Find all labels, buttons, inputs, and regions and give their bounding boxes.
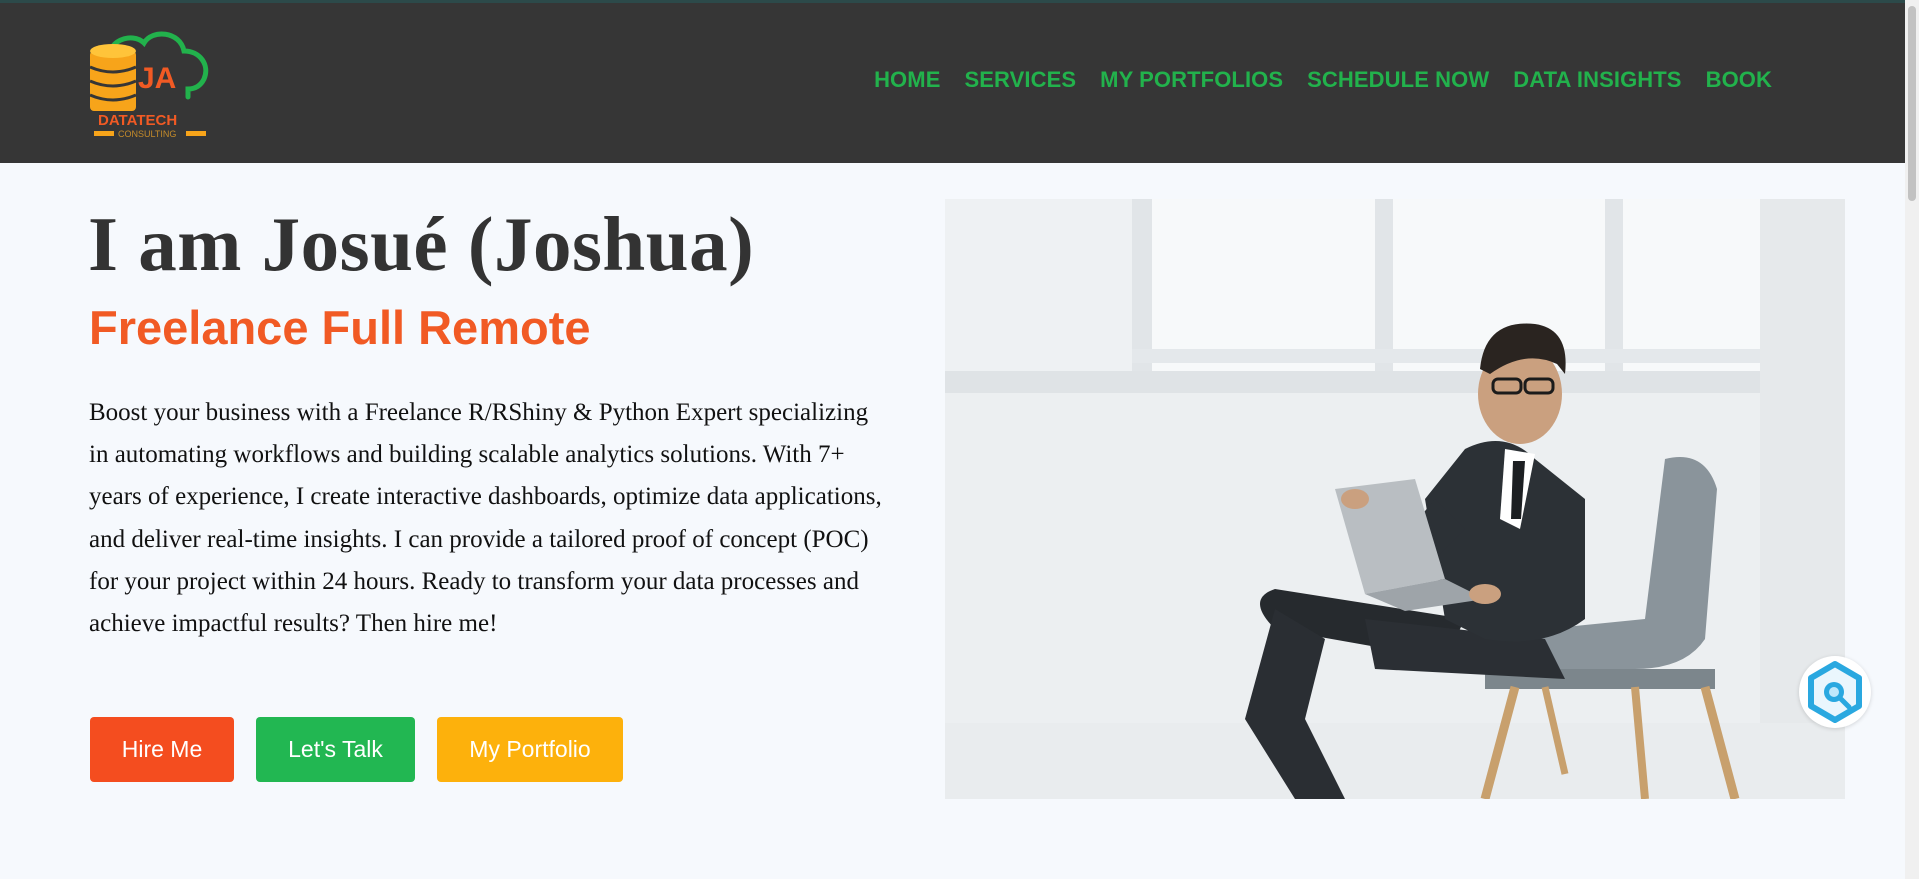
nav-book[interactable]: BOOK bbox=[1706, 67, 1772, 93]
hire-me-button[interactable]: Hire Me bbox=[90, 717, 234, 782]
hero-description: Boost your business with a Freelance R/R… bbox=[89, 399, 882, 638]
my-portfolio-button[interactable]: My Portfolio bbox=[437, 717, 623, 782]
lets-talk-button[interactable]: Let's Talk bbox=[256, 717, 415, 782]
hero-photo bbox=[945, 199, 1845, 799]
hero-title: I am Josué (Joshua) bbox=[88, 201, 755, 287]
nav-my-portfolios[interactable]: MY PORTFOLIOS bbox=[1100, 67, 1283, 93]
main-nav: HOME SERVICES MY PORTFOLIOS SCHEDULE NOW… bbox=[874, 67, 1772, 93]
logo-initials: JA bbox=[138, 62, 176, 95]
brand-logo[interactable]: JA DATATECH CONSULTING bbox=[88, 27, 212, 143]
logo-mark: JA DATATECH CONSULTING bbox=[89, 31, 209, 139]
floating-search-widget[interactable] bbox=[1799, 656, 1871, 728]
logo-tagline: CONSULTING bbox=[118, 129, 176, 139]
nav-services[interactable]: SERVICES bbox=[964, 67, 1076, 93]
nav-data-insights[interactable]: DATA INSIGHTS bbox=[1513, 67, 1681, 93]
scrollbar-thumb[interactable] bbox=[1908, 6, 1916, 201]
hero-subtitle: Freelance Full Remote bbox=[89, 301, 591, 354]
nav-home[interactable]: HOME bbox=[874, 67, 940, 93]
navbar: JA DATATECH CONSULTING HOME SERVICES MY … bbox=[0, 3, 1905, 163]
nav-schedule-now[interactable]: SCHEDULE NOW bbox=[1307, 67, 1489, 93]
man-with-laptop-illustration bbox=[945, 199, 1845, 799]
logo-brand: DATATECH bbox=[98, 112, 177, 129]
magnifier-icon bbox=[1808, 661, 1862, 723]
page-scrollbar[interactable] bbox=[1905, 0, 1919, 879]
